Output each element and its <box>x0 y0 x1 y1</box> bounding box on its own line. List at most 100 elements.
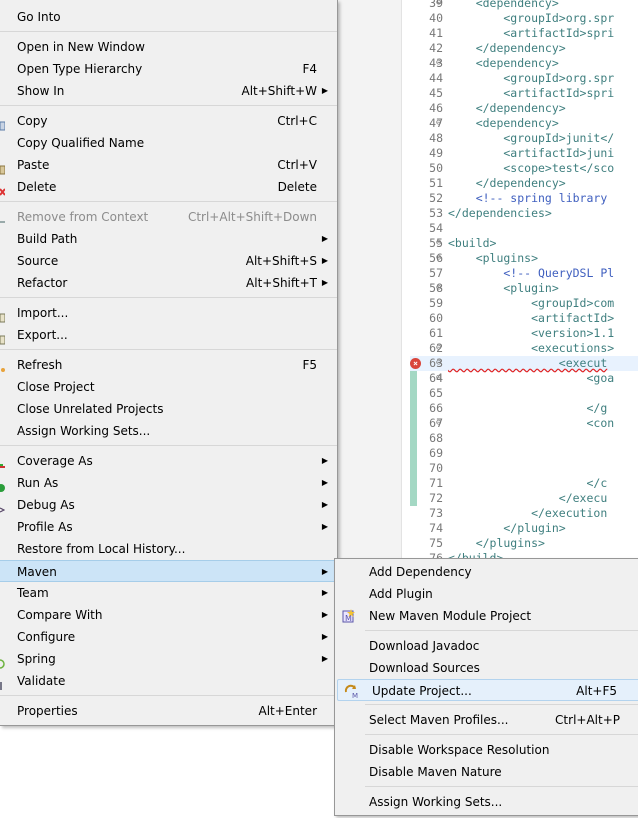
menu-item-profile-as[interactable]: Profile As ▶ <box>0 516 337 538</box>
menu-item-close-project[interactable]: Close Project <box>0 376 337 398</box>
menu-item-copy[interactable]: Copy Ctrl+C <box>0 110 337 132</box>
code-line[interactable]: 53 </dependencies> <box>410 206 638 221</box>
menu-item-delete[interactable]: Delete Delete <box>0 176 337 198</box>
menu-item-restore-from-local-history[interactable]: Restore from Local History... <box>0 538 337 560</box>
maven-menu-item-disable-workspace-resolution[interactable]: Disable Workspace Resolution <box>335 739 638 761</box>
maven-menu-item-assign-working-sets[interactable]: Assign Working Sets... <box>335 791 638 813</box>
fold-toggle-icon[interactable]: ⊖ <box>436 356 441 371</box>
code-line[interactable]: 54 <box>410 221 638 236</box>
menu-item-label: Export... <box>17 328 68 342</box>
fold-toggle-icon[interactable]: ⊖ <box>436 416 441 431</box>
maven-menu-item-download-javadoc[interactable]: Download Javadoc <box>335 635 638 657</box>
menu-item-validate[interactable]: Validate <box>0 670 337 692</box>
xml-editor[interactable]: 39 ⊖ <dependency> 40 <groupId>org.spr 41 <a… <box>338 0 638 560</box>
code-line[interactable]: 52 <!-- spring library <box>410 191 638 206</box>
line-number: 70 <box>429 461 443 475</box>
code-line[interactable]: 68 <box>410 431 638 446</box>
code-line[interactable]: 64 ⊖ <goa <box>410 371 638 386</box>
code-line[interactable]: × 63 ⊖ <execut <box>410 356 638 371</box>
fold-toggle-icon[interactable]: ⊖ <box>436 56 441 71</box>
code-line[interactable]: 46 </dependency> <box>410 101 638 116</box>
fold-toggle-icon[interactable]: ⊖ <box>436 116 441 131</box>
code-line[interactable]: 41 <artifactId>spri <box>410 26 638 41</box>
code-line[interactable]: 73 </execution <box>410 506 638 521</box>
menu-item-export[interactable]: Export... <box>0 324 337 346</box>
code-line[interactable]: 69 <box>410 446 638 461</box>
code-line[interactable]: 66 </g <box>410 401 638 416</box>
code-text: <artifactId> <box>448 311 615 325</box>
menu-item-refactor[interactable]: Refactor Alt+Shift+T ▶ <box>0 272 337 294</box>
code-area[interactable]: 39 ⊖ <dependency> 40 <groupId>org.spr 41 <a… <box>410 0 638 560</box>
code-line[interactable]: 44 <groupId>org.spr <box>410 71 638 86</box>
menu-item-build-path[interactable]: Build Path ▶ <box>0 228 337 250</box>
fold-toggle-icon[interactable]: ⊖ <box>436 371 441 386</box>
code-line[interactable]: 58 ⊖ <plugin> <box>410 281 638 296</box>
code-line[interactable]: 42 </dependency> <box>410 41 638 56</box>
code-line[interactable]: 51 </dependency> <box>410 176 638 191</box>
menu-item-team[interactable]: Team ▶ <box>0 582 337 604</box>
maven-menu-item-update-project[interactable]: M Update Project... Alt+F5 <box>337 679 638 701</box>
code-line[interactable]: 50 <scope>test</sco <box>410 161 638 176</box>
menu-item-compare-with[interactable]: Compare With ▶ <box>0 604 337 626</box>
fold-toggle-icon[interactable]: ⊖ <box>436 251 441 266</box>
maven-menu-item-add-dependency[interactable]: Add Dependency <box>335 561 638 583</box>
menu-item-refresh[interactable]: Refresh F5 <box>0 354 337 376</box>
code-line[interactable]: 71 </c <box>410 476 638 491</box>
menu-item-paste[interactable]: Paste Ctrl+V <box>0 154 337 176</box>
code-line[interactable]: 55 ⊖ <build> <box>410 236 638 251</box>
line-number: 52 <box>429 191 443 205</box>
menu-item-shortcut: Alt+Shift+S <box>245 254 317 268</box>
menu-item-copy-qualified-name[interactable]: Copy Qualified Name <box>0 132 337 154</box>
menu-item-go-into[interactable]: Go Into <box>0 6 337 28</box>
menu-item-shortcut: Ctrl+Alt+P <box>555 713 620 727</box>
maven-menu-item-download-sources[interactable]: Download Sources <box>335 657 638 679</box>
menu-item-open-type-hierarchy[interactable]: Open Type Hierarchy F4 <box>0 58 337 80</box>
code-text: <groupId>junit</ <box>448 131 615 145</box>
menu-item-coverage-as[interactable]: Coverage As ▶ <box>0 450 337 472</box>
menu-item-close-unrelated-projects[interactable]: Close Unrelated Projects <box>0 398 337 420</box>
code-line[interactable]: 65 <box>410 386 638 401</box>
maven-menu-item-disable-maven-nature[interactable]: Disable Maven Nature <box>335 761 638 783</box>
line-number: 42 <box>429 41 443 55</box>
menu-item-import[interactable]: Import... <box>0 302 337 324</box>
maven-menu-item-new-maven-module-project[interactable]: M New Maven Module Project <box>335 605 638 627</box>
fold-toggle-icon[interactable]: ⊖ <box>436 0 441 11</box>
code-line[interactable]: 75 </plugins> <box>410 536 638 551</box>
menu-item-debug-as[interactable]: Debug As ▶ <box>0 494 337 516</box>
code-line[interactable]: 62 ⊖ <executions> <box>410 341 638 356</box>
code-line[interactable]: 43 ⊖ <dependency> <box>410 56 638 71</box>
code-line[interactable]: 74 </plugin> <box>410 521 638 536</box>
code-line[interactable]: 40 <groupId>org.spr <box>410 11 638 26</box>
menu-item-run-as[interactable]: Run As ▶ <box>0 472 337 494</box>
code-line[interactable]: 57 <!-- QueryDSL Pl <box>410 266 638 281</box>
menu-item-source[interactable]: Source Alt+Shift+S ▶ <box>0 250 337 272</box>
line-number: 72 <box>429 491 443 505</box>
menu-item-show-in[interactable]: Show In Alt+Shift+W ▶ <box>0 80 337 102</box>
maven-menu-item-select-maven-profiles[interactable]: Select Maven Profiles... Ctrl+Alt+P <box>335 709 638 731</box>
code-line[interactable]: 45 <artifactId>spri <box>410 86 638 101</box>
menu-item-label: Open in New Window <box>17 40 145 54</box>
fold-toggle-icon[interactable]: ⊖ <box>436 236 441 251</box>
code-line[interactable]: 59 <groupId>com <box>410 296 638 311</box>
code-line[interactable]: 60 <artifactId> <box>410 311 638 326</box>
code-line[interactable]: 67 ⊖ <con <box>410 416 638 431</box>
code-line[interactable]: 61 <version>1.1 <box>410 326 638 341</box>
menu-item-spring[interactable]: Spring ▶ <box>0 648 337 670</box>
fold-toggle-icon[interactable]: ⊖ <box>436 281 441 296</box>
code-line[interactable]: 49 <artifactId>juni <box>410 146 638 161</box>
code-line[interactable]: 48 <groupId>junit</ <box>410 131 638 146</box>
menu-item-open-in-new-window[interactable]: Open in New Window <box>0 36 337 58</box>
code-line[interactable]: 39 ⊖ <dependency> <box>410 0 638 11</box>
code-line[interactable]: 47 ⊖ <dependency> <box>410 116 638 131</box>
menu-separator <box>0 349 337 350</box>
code-line[interactable]: 56 ⊖ <plugins> <box>410 251 638 266</box>
code-line[interactable]: 72 </execu <box>410 491 638 506</box>
menu-item-properties[interactable]: Properties Alt+Enter <box>0 700 337 722</box>
fold-toggle-icon[interactable]: ⊖ <box>436 341 441 356</box>
code-line[interactable]: 70 <box>410 461 638 476</box>
maven-menu-item-add-plugin[interactable]: Add Plugin <box>335 583 638 605</box>
menu-item-assign-working-sets[interactable]: Assign Working Sets... <box>0 420 337 442</box>
line-number: 69 <box>429 446 443 460</box>
menu-item-maven[interactable]: Maven ▶ <box>0 560 337 582</box>
menu-item-configure[interactable]: Configure ▶ <box>0 626 337 648</box>
